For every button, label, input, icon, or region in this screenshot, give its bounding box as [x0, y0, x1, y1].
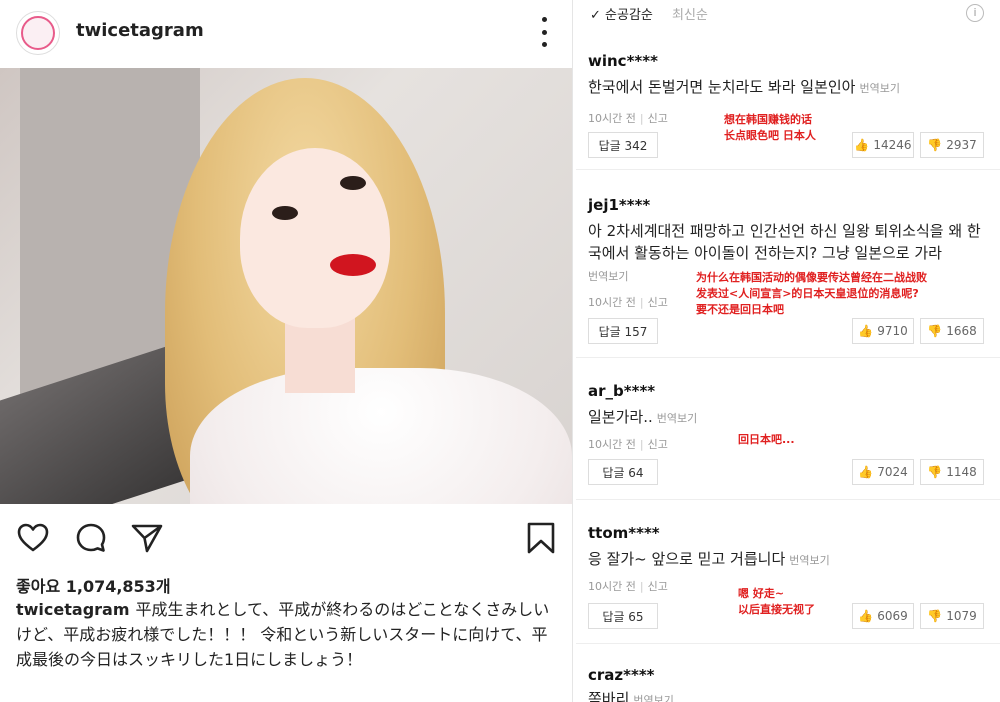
comment-username[interactable]: jej1**** — [588, 196, 650, 214]
comment-body: 쪽바리 — [588, 690, 630, 702]
comment-time: 10시간 전 — [588, 580, 636, 593]
heart-icon[interactable] — [16, 521, 50, 555]
more-icon[interactable] — [536, 17, 552, 47]
instagram-post: twicetagram 좋아요 1,074,853개 twicetagram 平成… — [0, 0, 572, 702]
dislike-count: 2937 — [946, 138, 977, 152]
translation-annotation: 为什么在韩国活动的偶像要传达曾经在二战战败 发表过<人间宣言>的日本天皇退位的消… — [696, 271, 927, 316]
reply-button[interactable]: 답글 64 — [588, 459, 658, 485]
like-count: 9710 — [877, 324, 908, 338]
thumbs-down-icon: 👎 — [927, 138, 943, 152]
twice-logo-icon — [21, 16, 55, 50]
thumbs-up-icon: 👍 — [858, 609, 874, 623]
comment-item: jej1**** 아 2차세계대전 패망하고 인간선언 하신 일왕 퇴위소식을 … — [576, 182, 1000, 358]
comment-meta: 10시간 전 | 신고 — [588, 112, 668, 125]
translation-annotation: 回日本吧... — [738, 433, 795, 446]
report-link[interactable]: 신고 — [648, 580, 668, 593]
comments-panel: ✓ 순공감순 최신순 i winc**** 한국에서 돈벌거면 눈치라도 봐라 … — [576, 0, 1000, 702]
info-icon[interactable]: i — [966, 4, 984, 22]
dislike-button[interactable]: 👎 1079 — [920, 603, 984, 629]
sort-by-sympathy-tab[interactable]: ✓ 순공감순 — [590, 4, 653, 23]
translation-annotation: 嗯 好走~ 以后直接无视了 — [738, 587, 815, 616]
comment-body: 아 2차세계대전 패망하고 인간선언 하신 일왕 퇴위소식을 왜 한국에서 활동… — [588, 222, 981, 262]
post-username[interactable]: twicetagram — [76, 20, 204, 41]
comment-time: 10시간 전 — [588, 438, 636, 451]
reply-button[interactable]: 답글 157 — [588, 318, 658, 344]
comment-body: 응 잘가~ 앞으로 믿고 거릅니다 — [588, 550, 786, 568]
comment-text: 쪽바리 번역보기 — [588, 688, 993, 702]
translate-link[interactable]: 번역보기 — [859, 82, 899, 95]
likes-count[interactable]: 좋아요 1,074,853개 — [16, 573, 171, 597]
thumbs-down-icon: 👎 — [927, 609, 943, 623]
comment-meta: 10시간 전 | 신고 — [588, 580, 668, 593]
comment-text: 응 잘가~ 앞으로 믿고 거릅니다 번역보기 — [588, 548, 993, 572]
dislike-button[interactable]: 👎 1668 — [920, 318, 984, 344]
comment-time: 10시간 전 — [588, 296, 636, 309]
dislike-count: 1668 — [946, 324, 977, 338]
like-button[interactable]: 👍 14246 — [852, 132, 914, 158]
thumbs-up-icon: 👍 — [858, 324, 874, 338]
thumbs-down-icon: 👎 — [927, 465, 943, 479]
comment-body: 한국에서 돈벌거면 눈치라도 봐라 일본인아 — [588, 78, 856, 96]
comment-meta: 10시간 전 | 신고 — [588, 296, 668, 309]
like-button[interactable]: 👍 9710 — [852, 318, 914, 344]
sort-active-label: 순공감순 — [605, 8, 653, 23]
post-caption: twicetagram 平成生まれとして、平成が終わるのはどことなくさみしいけど、… — [16, 597, 561, 672]
comment-username[interactable]: winc**** — [588, 52, 658, 70]
like-count: 7024 — [877, 465, 908, 479]
comment-item: craz**** 쪽바리 번역보기 — [576, 656, 1000, 702]
comment-body: 일본가라.. — [588, 408, 653, 426]
translate-link[interactable]: 번역보기 — [633, 694, 673, 702]
dislike-button[interactable]: 👎 2937 — [920, 132, 984, 158]
comment-meta: 10시간 전 | 신고 — [588, 438, 668, 451]
sort-bar: ✓ 순공감순 최신순 i — [576, 0, 1000, 28]
reply-button[interactable]: 답글 342 — [588, 132, 658, 158]
thumbs-up-icon: 👍 — [854, 138, 870, 152]
translate-link[interactable]: 번역보기 — [588, 270, 628, 283]
like-count: 14246 — [873, 138, 912, 152]
report-link[interactable]: 신고 — [648, 112, 668, 125]
post-header: twicetagram — [0, 0, 572, 66]
dislike-button[interactable]: 👎 1148 — [920, 459, 984, 485]
bookmark-icon[interactable] — [524, 521, 558, 555]
like-count: 6069 — [877, 609, 908, 623]
thumbs-down-icon: 👎 — [927, 324, 943, 338]
comment-item: ttom**** 응 잘가~ 앞으로 믿고 거릅니다 번역보기 10시간 전 | 신고… — [576, 512, 1000, 644]
comment-username[interactable]: craz**** — [588, 666, 655, 684]
comment-item: winc**** 한국에서 돈벌거면 눈치라도 봐라 일본인아 번역보기 10시간… — [576, 40, 1000, 170]
like-button[interactable]: 👍 7024 — [852, 459, 914, 485]
reply-button[interactable]: 답글 65 — [588, 603, 658, 629]
dislike-count: 1148 — [946, 465, 977, 479]
avatar[interactable] — [16, 11, 60, 55]
translate-link[interactable]: 번역보기 — [789, 554, 829, 567]
caption-username[interactable]: twicetagram — [16, 600, 130, 619]
share-icon[interactable] — [130, 521, 164, 555]
translation-annotation: 想在韩国赚钱的话 长点眼色吧 日本人 — [724, 113, 816, 142]
check-icon: ✓ — [590, 8, 606, 23]
report-link[interactable]: 신고 — [648, 438, 668, 451]
comment-text: 한국에서 돈벌거면 눈치라도 봐라 일본인아 번역보기 — [588, 76, 993, 100]
sort-by-latest-tab[interactable]: 최신순 — [672, 4, 708, 23]
comment-item: ar_b**** 일본가라.. 번역보기 10시간 전 | 신고 回日本吧... 답글… — [576, 370, 1000, 500]
report-link[interactable]: 신고 — [648, 296, 668, 309]
comment-username[interactable]: ar_b**** — [588, 382, 655, 400]
comment-icon[interactable] — [74, 521, 108, 555]
post-actions — [0, 515, 572, 561]
comment-text: 일본가라.. 번역보기 — [588, 406, 993, 430]
post-photo — [0, 68, 572, 504]
translate-link[interactable]: 번역보기 — [657, 412, 697, 425]
comment-username[interactable]: ttom**** — [588, 524, 660, 542]
dislike-count: 1079 — [946, 609, 977, 623]
like-button[interactable]: 👍 6069 — [852, 603, 914, 629]
comment-time: 10시간 전 — [588, 112, 636, 125]
thumbs-up-icon: 👍 — [858, 465, 874, 479]
